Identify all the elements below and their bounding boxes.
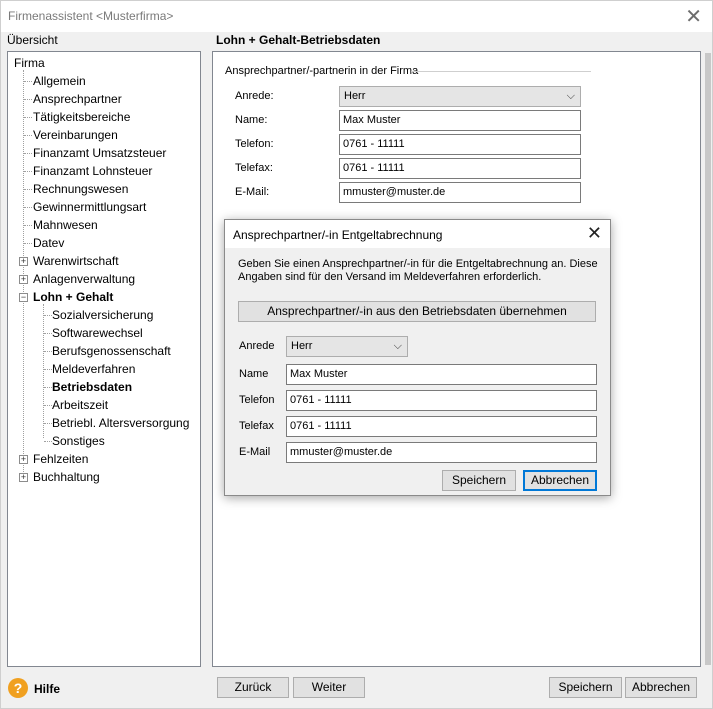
tree-item-betriebsdaten[interactable]: Betriebsdaten [52,379,132,396]
navigation-tree: Firma Allgemein Ansprechpartner Tätigkei… [7,51,201,667]
anrede-select[interactable]: Herr ⌵ [339,86,581,107]
telefon-field[interactable]: 0761 - 11111 [339,134,581,155]
dialog-title-bar: Ansprechpartner/-in Entgeltabrechnung ✕ [225,220,610,248]
tree-item-anlagenverwaltung[interactable]: Anlagenverwaltung [33,271,135,288]
tree-header: Übersicht [7,33,58,47]
telefax-field[interactable]: 0761 - 11111 [339,158,581,179]
tree-item-warenwirtschaft[interactable]: Warenwirtschaft [33,253,119,270]
tree-item-vereinbarungen[interactable]: Vereinbarungen [33,127,118,144]
next-button[interactable]: Weiter [293,677,365,698]
dialog-telefax-field[interactable]: 0761 - 11111 [286,416,597,437]
help-label[interactable]: Hilfe [34,682,60,696]
expand-buchhaltung-icon[interactable]: + [19,473,28,482]
tree-item-finanzamt-lohnsteuer[interactable]: Finanzamt Lohnsteuer [33,163,152,180]
tree-item-arbeitszeit[interactable]: Arbeitszeit [52,397,108,414]
tree-item-datev[interactable]: Datev [33,235,64,252]
copy-from-company-button[interactable]: Ansprechpartner/-in aus den Betriebsdate… [238,301,596,322]
collapse-lohn-gehalt-icon[interactable]: − [19,293,28,302]
anrede-value: Herr [344,90,366,102]
scrollbar[interactable] [704,51,712,667]
expand-warenwirtschaft-icon[interactable]: + [19,257,28,266]
dialog-telefon-label: Telefon [239,394,275,406]
dialog-anrede-label: Anrede [239,340,275,352]
scrollbar-thumb[interactable] [705,53,711,665]
tree-item-berufsgenossenschaft[interactable]: Berufsgenossenschaft [52,343,171,360]
help-icon[interactable]: ? [8,678,28,698]
contact-dialog: Ansprechpartner/-in Entgeltabrechnung ✕ … [224,219,611,496]
tree-item-allgemein[interactable]: Allgemein [33,73,86,90]
tree-item-meldeverfahren[interactable]: Meldeverfahren [52,361,135,378]
dialog-close-icon[interactable]: ✕ [587,223,602,244]
group-divider [411,71,591,72]
cancel-button[interactable]: Abbrechen [625,677,697,698]
tree-item-mahnwesen[interactable]: Mahnwesen [33,217,98,234]
tree-item-fehlzeiten[interactable]: Fehlzeiten [33,451,88,468]
dialog-email-field[interactable]: mmuster@muster.de [286,442,597,463]
tree-item-gewinnermittlungsart[interactable]: Gewinnermittlungsart [33,199,146,216]
dialog-email-label: E-Mail [239,446,271,458]
save-button[interactable]: Speichern [549,677,622,698]
telefax-label: Telefax: [235,162,273,174]
dialog-anrede-select[interactable]: Herr ⌵ [286,336,408,357]
tree-item-sonstiges[interactable]: Sonstiges [52,433,105,450]
expand-fehlzeiten-icon[interactable]: + [19,455,28,464]
dialog-description: Geben Sie einen Ansprechpartner/-in für … [238,258,598,283]
main-window: Firmenassistent <Musterfirma> ✕ Übersich… [0,0,713,709]
tree-item-softwarewechsel[interactable]: Softwarewechsel [52,325,143,342]
name-field[interactable]: Max Muster [339,110,581,131]
dialog-name-field[interactable]: Max Muster [286,364,597,385]
chevron-down-icon: ⌵ [566,90,575,102]
tree-item-finanzamt-umsatzsteuer[interactable]: Finanzamt Umsatzsteuer [33,145,166,162]
window-title: Firmenassistent <Musterfirma> [8,9,174,23]
email-label: E-Mail: [235,186,270,198]
tree-item-buchhaltung[interactable]: Buchhaltung [33,469,100,486]
group-label: Ansprechpartner/-partnerin in der Firma [225,65,419,77]
tree-item-rechnungswesen[interactable]: Rechnungswesen [33,181,128,198]
dialog-telefax-label: Telefax [239,420,274,432]
tree-item-lohn-gehalt[interactable]: Lohn + Gehalt [33,289,113,306]
anrede-label: Anrede: [235,90,274,102]
email-field[interactable]: mmuster@muster.de [339,182,581,203]
back-button[interactable]: Zurück [217,677,289,698]
tree-item-taetigkeitsbereiche[interactable]: Tätigkeitsbereiche [33,109,130,126]
dialog-anrede-value: Herr [291,340,313,352]
tree-item-ansprechpartner[interactable]: Ansprechpartner [33,91,122,108]
dialog-cancel-button[interactable]: Abbrechen [523,470,597,491]
expand-anlagenverwaltung-icon[interactable]: + [19,275,28,284]
dialog-title: Ansprechpartner/-in Entgeltabrechnung [233,228,443,242]
name-label: Name: [235,114,268,126]
page-title: Lohn + Gehalt-Betriebsdaten [216,33,381,47]
tree-item-firma[interactable]: Firma [14,55,45,72]
title-bar: Firmenassistent <Musterfirma> ✕ [1,1,712,32]
dialog-save-button[interactable]: Speichern [442,470,516,491]
tree-item-betriebl-altersversorgung[interactable]: Betriebl. Altersversorgung [52,415,189,432]
dialog-name-label: Name [239,368,269,380]
chevron-down-icon: ⌵ [393,340,402,352]
close-icon[interactable]: ✕ [685,4,702,28]
tree-item-sozialversicherung[interactable]: Sozialversicherung [52,307,153,324]
dialog-telefon-field[interactable]: 0761 - 11111 [286,390,597,411]
telefon-label: Telefon: [235,138,274,150]
